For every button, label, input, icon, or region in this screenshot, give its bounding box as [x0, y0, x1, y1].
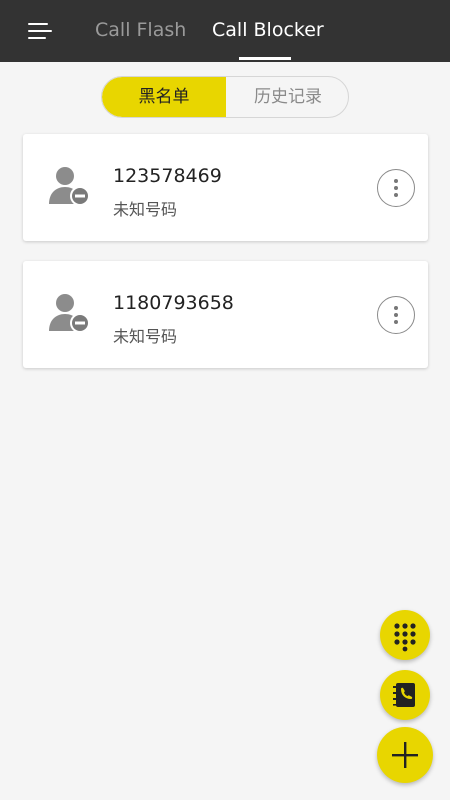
- contact-label: 未知号码: [113, 327, 178, 346]
- menu-icon[interactable]: [28, 20, 54, 42]
- contacts-button[interactable]: [380, 670, 430, 720]
- plus-icon: [392, 742, 418, 768]
- list-segment-control: 黑名单 历史记录: [101, 76, 349, 118]
- phone-number: 123578469: [113, 165, 222, 187]
- contact-book-icon: [393, 683, 415, 707]
- segment-blacklist[interactable]: 黑名单: [102, 77, 226, 117]
- dialpad-icon: [394, 623, 416, 652]
- dialpad-button[interactable]: [380, 610, 430, 660]
- more-vertical-icon[interactable]: [377, 169, 415, 207]
- contact-label: 未知号码: [113, 200, 178, 219]
- tab-call-flash[interactable]: Call Flash: [95, 18, 186, 42]
- list-item[interactable]: 1180793658 未知号码: [23, 261, 428, 368]
- active-tab-indicator: [239, 57, 291, 60]
- list-item[interactable]: 123578469 未知号码: [23, 134, 428, 241]
- blocked-contact-icon: [49, 167, 90, 206]
- segment-history[interactable]: 历史记录: [226, 77, 348, 117]
- phone-number: 1180793658: [113, 292, 234, 314]
- add-button[interactable]: [377, 727, 433, 783]
- top-app-bar: Call Flash Call Blocker: [0, 0, 450, 62]
- blocked-contact-icon: [49, 294, 90, 333]
- tab-call-blocker[interactable]: Call Blocker: [212, 18, 324, 42]
- more-vertical-icon[interactable]: [377, 296, 415, 334]
